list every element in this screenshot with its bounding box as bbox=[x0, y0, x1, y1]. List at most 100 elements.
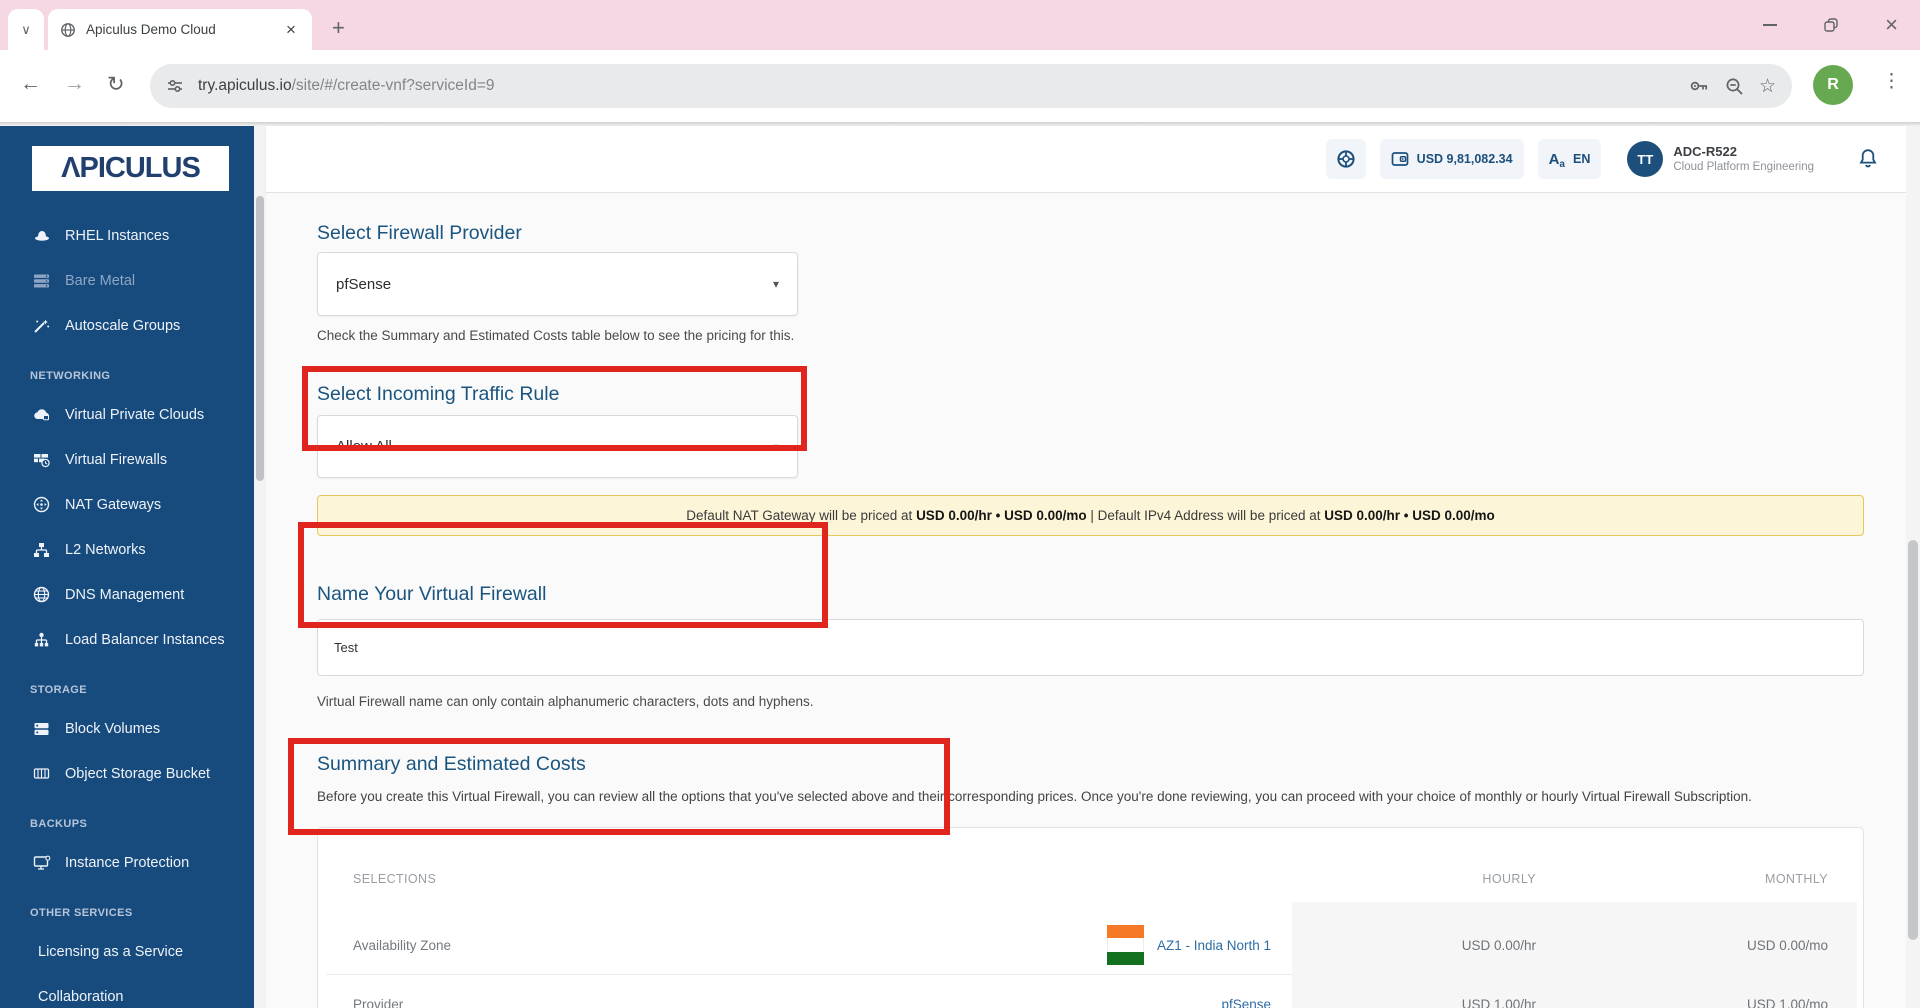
bookmark-star-icon[interactable]: ☆ bbox=[1759, 75, 1776, 98]
monthly-price: USD 1.00/mo bbox=[1746, 996, 1828, 1008]
language-button[interactable]: Aa EN bbox=[1537, 139, 1602, 179]
language-code: EN bbox=[1572, 152, 1591, 166]
sidebar-item-virtual-private-clouds[interactable]: Virtual Private Clouds bbox=[0, 392, 255, 437]
page-scrollbar-thumb[interactable] bbox=[1908, 540, 1918, 940]
sidebar-item-rhel-instances[interactable]: RHEL Instances bbox=[0, 213, 255, 258]
account-name: ADC-R522 bbox=[1673, 144, 1737, 159]
sidebar-item-instance-protection[interactable]: Instance Protection bbox=[0, 840, 255, 885]
column-selections: SELECTIONS bbox=[353, 872, 437, 886]
sidebar: ΛPICULUS RHEL Instances Bare Metal Autos… bbox=[0, 126, 255, 1008]
hourly-price: USD 1.00/hr bbox=[1461, 996, 1536, 1008]
summary-description: Before you create this Virtual Firewall,… bbox=[317, 789, 1752, 804]
sidebar-section-networking: NETWORKING bbox=[30, 370, 111, 382]
notifications-button[interactable] bbox=[1858, 148, 1878, 170]
availability-zone-link[interactable]: AZ1 - India North 1 bbox=[1157, 938, 1271, 953]
translate-icon: Aa bbox=[1548, 150, 1565, 170]
window-minimize-button[interactable] bbox=[1763, 24, 1778, 26]
magic-wand-icon bbox=[32, 317, 51, 334]
account-balance-button[interactable]: USD 9,81,082.34 bbox=[1379, 139, 1524, 179]
browser-tab[interactable]: Apiculus Demo Cloud × bbox=[48, 9, 312, 50]
sidebar-section-storage: STORAGE bbox=[30, 684, 87, 696]
help-button[interactable] bbox=[1325, 139, 1366, 179]
globe-favicon-icon bbox=[60, 22, 76, 38]
window-restore-button[interactable] bbox=[1823, 17, 1839, 33]
network-tree-icon bbox=[32, 541, 51, 558]
back-button[interactable]: ← bbox=[20, 72, 41, 96]
app-header: USD 9,81,082.34 Aa EN TT ADC-R522 Cloud … bbox=[266, 126, 1920, 193]
fedora-hat-icon bbox=[32, 227, 51, 244]
traffic-section-title: Select Incoming Traffic Rule bbox=[317, 383, 560, 405]
column-monthly: MONTHLY bbox=[1765, 872, 1828, 886]
summary-costs-table: SELECTIONS HOURLY MONTHLY Availability Z… bbox=[317, 827, 1864, 1008]
globe-icon bbox=[32, 586, 51, 603]
wallet-icon bbox=[1391, 151, 1409, 167]
chevron-down-icon: ▾ bbox=[772, 439, 779, 454]
row-label: Availability Zone bbox=[353, 937, 452, 953]
apiculus-logo[interactable]: ΛPICULUS bbox=[32, 146, 229, 191]
incoming-traffic-dropdown[interactable]: Allow All ▾ bbox=[317, 415, 798, 478]
browser-profile-avatar[interactable]: R bbox=[1813, 65, 1853, 105]
sidebar-item-l2-networks[interactable]: L2 Networks bbox=[0, 527, 255, 572]
browser-menu-icon[interactable]: ⋮ bbox=[1882, 70, 1901, 93]
tab-title: Apiculus Demo Cloud bbox=[86, 22, 216, 37]
incoming-traffic-value: Allow All bbox=[336, 438, 392, 455]
user-menu[interactable]: TT ADC-R522 Cloud Platform Engineering bbox=[1627, 141, 1814, 177]
sidebar-item-collaboration[interactable]: Collaboration bbox=[0, 974, 255, 1008]
reload-button[interactable]: ↻ bbox=[107, 72, 125, 97]
sidebar-item-load-balancer-instances[interactable]: Load Balancer Instances bbox=[0, 617, 255, 662]
zoom-out-icon[interactable] bbox=[1724, 76, 1745, 97]
browser-toolbar: ← → ↻ try.apiculus.io/site/#/create-vnf?… bbox=[0, 50, 1920, 122]
server-stack-icon bbox=[32, 272, 51, 289]
table-header-row: SELECTIONS HOURLY MONTHLY bbox=[318, 828, 1863, 916]
hourly-price: USD 0.00/hr bbox=[1461, 937, 1536, 953]
chevron-down-icon: ∨ bbox=[21, 21, 31, 37]
provider-section-title: Select Firewall Provider bbox=[317, 222, 522, 244]
name-section-title: Name Your Virtual Firewall bbox=[317, 583, 547, 605]
storage-bucket-icon bbox=[32, 765, 51, 782]
lifebuoy-icon bbox=[1336, 149, 1356, 169]
nat-gateway-icon bbox=[32, 496, 51, 513]
india-flag-icon bbox=[1106, 925, 1144, 965]
tab-search-button[interactable]: ∨ bbox=[8, 9, 44, 50]
sidebar-item-autoscale-groups[interactable]: Autoscale Groups bbox=[0, 303, 255, 348]
firewall-bricks-icon bbox=[32, 451, 51, 468]
summary-section-title: Summary and Estimated Costs bbox=[317, 753, 586, 775]
tab-close-icon[interactable]: × bbox=[282, 20, 300, 40]
new-tab-button[interactable]: + bbox=[332, 16, 345, 40]
cloud-lock-icon bbox=[32, 406, 51, 423]
user-avatar: TT bbox=[1627, 141, 1664, 177]
column-hourly: HOURLY bbox=[1482, 872, 1536, 886]
firewall-provider-dropdown[interactable]: pfSense ▾ bbox=[317, 252, 798, 316]
pricing-notice-banner: Default NAT Gateway will be priced at US… bbox=[317, 495, 1864, 536]
load-balancer-icon bbox=[32, 631, 51, 648]
balance-amount: USD 9,81,082.34 bbox=[1416, 152, 1513, 166]
sidebar-section-backups: BACKUPS bbox=[30, 818, 88, 830]
sidebar-item-licensing-as-a-service[interactable]: Licensing as a Service bbox=[0, 929, 255, 974]
row-label: Provider bbox=[353, 996, 404, 1008]
sidebar-item-nat-gateways[interactable]: NAT Gateways bbox=[0, 482, 255, 527]
sidebar-item-block-volumes[interactable]: Block Volumes bbox=[0, 706, 255, 751]
account-subtitle: Cloud Platform Engineering bbox=[1673, 161, 1814, 173]
address-bar[interactable]: try.apiculus.io/site/#/create-vnf?servic… bbox=[150, 64, 1792, 108]
url-text[interactable]: try.apiculus.io/site/#/create-vnf?servic… bbox=[198, 77, 1674, 95]
table-row: Availability Zone AZ1 - India North 1 US… bbox=[318, 916, 1863, 974]
bell-icon bbox=[1858, 148, 1878, 170]
chevron-down-icon: ▾ bbox=[772, 277, 779, 291]
provider-helper-text: Check the Summary and Estimated Costs ta… bbox=[317, 328, 795, 343]
table-row: Provider pfSense USD 1.00/hr USD 1.00/mo bbox=[318, 975, 1863, 1008]
site-settings-icon[interactable] bbox=[166, 77, 184, 95]
name-helper-text: Virtual Firewall name can only contain a… bbox=[317, 694, 814, 709]
sidebar-item-virtual-firewalls[interactable]: Virtual Firewalls bbox=[0, 437, 255, 482]
firewall-name-input[interactable] bbox=[317, 619, 1864, 676]
window-close-button[interactable]: × bbox=[1885, 12, 1898, 38]
sidebar-item-dns-management[interactable]: DNS Management bbox=[0, 572, 255, 617]
sidebar-scrollbar-thumb[interactable] bbox=[256, 196, 264, 481]
monthly-price: USD 0.00/mo bbox=[1746, 937, 1828, 953]
sidebar-item-bare-metal[interactable]: Bare Metal bbox=[0, 258, 255, 303]
monitor-shield-icon bbox=[32, 854, 51, 871]
forward-button[interactable]: → bbox=[64, 72, 85, 96]
sidebar-item-object-storage-bucket[interactable]: Object Storage Bucket bbox=[0, 751, 255, 796]
firewall-provider-value: pfSense bbox=[336, 275, 392, 293]
provider-link[interactable]: pfSense bbox=[1221, 997, 1271, 1008]
password-key-icon[interactable] bbox=[1688, 75, 1710, 97]
